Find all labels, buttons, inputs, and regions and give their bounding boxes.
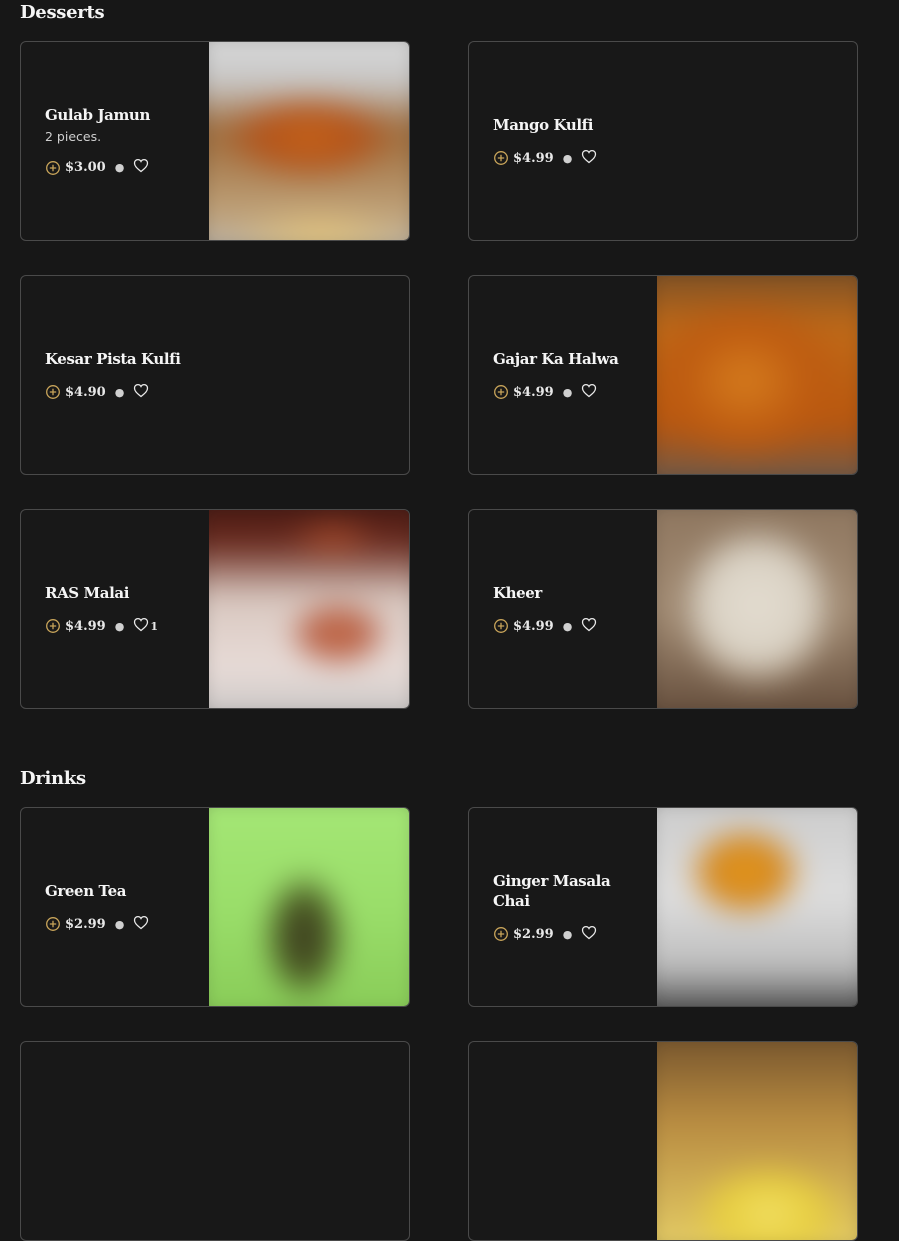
gulab-jamun-photo xyxy=(209,42,409,240)
item-price: $2.99 xyxy=(65,916,106,932)
menu-item-card[interactable]: Gulab Jamun 2 pieces. $3.00 ● xyxy=(20,41,410,241)
item-price: $4.99 xyxy=(65,618,106,634)
plus-circle-icon[interactable] xyxy=(493,150,509,166)
separator-dot: ● xyxy=(114,917,125,931)
menu-item-card[interactable]: Kesar Pista Kulfi $4.90 ● xyxy=(20,275,410,475)
separator-dot: ● xyxy=(562,927,573,941)
plus-circle-icon[interactable] xyxy=(493,926,509,942)
menu-item-card[interactable]: Mango Kulfi $4.99 ● xyxy=(468,41,858,241)
heart-outline-icon xyxy=(133,158,149,177)
gajar-ka-halwa-photo xyxy=(657,276,857,474)
separator-dot: ● xyxy=(562,385,573,399)
item-price: $4.99 xyxy=(513,618,554,634)
item-name: Ginger Masala Chai xyxy=(493,871,611,910)
menu-item-card[interactable] xyxy=(468,1041,858,1241)
heart-outline-icon xyxy=(133,915,149,934)
heart-outline-icon xyxy=(581,925,597,944)
favorite-button[interactable] xyxy=(581,617,598,636)
favorite-count: 1 xyxy=(150,619,158,633)
separator-dot: ● xyxy=(562,619,573,633)
separator-dot: ● xyxy=(114,619,125,633)
plus-circle-icon[interactable] xyxy=(493,618,509,634)
favorite-button[interactable] xyxy=(581,149,598,168)
green-tea-photo xyxy=(209,808,409,1006)
menu-item-card[interactable]: RAS Malai $4.99 ● 1 xyxy=(20,509,410,709)
heart-outline-icon xyxy=(581,617,597,636)
item-name: Mango Kulfi xyxy=(493,115,594,134)
item-name: RAS Malai xyxy=(45,583,129,602)
menu-item-card[interactable]: Kheer $4.99 ● xyxy=(468,509,858,709)
item-name: Gulab Jamun xyxy=(45,106,150,124)
item-name: Kheer xyxy=(493,583,542,602)
heart-outline-icon xyxy=(133,383,149,402)
favorite-button[interactable] xyxy=(133,915,150,934)
item-price: $4.99 xyxy=(513,384,554,400)
menu-item-card[interactable]: Gajar Ka Halwa $4.99 ● xyxy=(468,275,858,475)
ginger-masala-chai-photo xyxy=(657,808,857,1006)
item-price: $4.99 xyxy=(513,150,554,166)
favorite-button[interactable]: 1 xyxy=(133,617,158,636)
favorite-button[interactable] xyxy=(581,383,598,402)
favorite-button[interactable] xyxy=(133,383,150,402)
menu-item-card[interactable]: Ginger Masala Chai $2.99 ● xyxy=(468,807,858,1007)
section-title-drinks: Drinks xyxy=(20,768,86,789)
kheer-photo xyxy=(657,510,857,708)
heart-outline-icon xyxy=(133,617,149,636)
item-name: Gajar Ka Halwa xyxy=(493,349,619,368)
menu-item-card[interactable]: Green Tea $2.99 ● xyxy=(20,807,410,1007)
item-name: Kesar Pista Kulfi xyxy=(45,349,181,368)
section-title-desserts: Desserts xyxy=(20,2,105,23)
heart-outline-icon xyxy=(581,149,597,168)
item-description: 2 pieces. xyxy=(45,129,102,144)
item-price: $2.99 xyxy=(513,926,554,942)
plus-circle-icon[interactable] xyxy=(45,916,61,932)
item-price: $4.90 xyxy=(65,384,106,400)
separator-dot: ● xyxy=(114,385,125,399)
ras-malai-photo xyxy=(209,510,409,708)
heart-outline-icon xyxy=(581,383,597,402)
favorite-button[interactable] xyxy=(133,158,150,177)
separator-dot: ● xyxy=(562,151,573,165)
separator-dot: ● xyxy=(114,161,125,174)
item-price: $3.00 xyxy=(65,160,106,175)
menu-item-card[interactable] xyxy=(20,1041,410,1241)
item-name: Green Tea xyxy=(45,881,127,900)
plus-circle-icon[interactable] xyxy=(45,384,61,400)
drink-photo xyxy=(657,1042,857,1240)
favorite-button[interactable] xyxy=(581,925,598,944)
plus-circle-icon[interactable] xyxy=(493,384,509,400)
plus-circle-icon[interactable] xyxy=(45,160,61,176)
plus-circle-icon[interactable] xyxy=(45,618,61,634)
